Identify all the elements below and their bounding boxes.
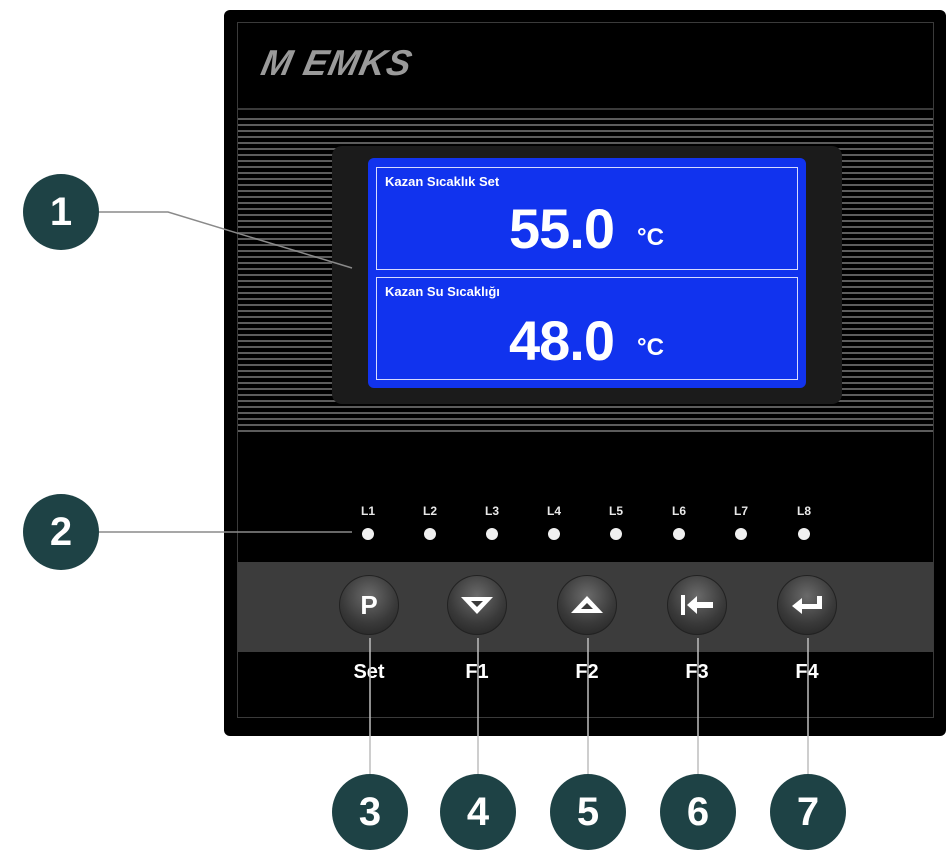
callout-5: 5 <box>550 774 626 850</box>
callout-6: 6 <box>660 774 736 850</box>
callout-3: 3 <box>332 774 408 850</box>
callout-6-number: 6 <box>686 789 710 834</box>
callout-leader-lines <box>98 211 809 780</box>
callout-7: 7 <box>770 774 846 850</box>
callout-4-number: 4 <box>466 789 490 834</box>
callout-7-number: 7 <box>796 789 820 834</box>
callout-2-number: 2 <box>49 509 73 554</box>
callout-3-number: 3 <box>358 789 382 834</box>
callout-1-number: 1 <box>49 189 73 234</box>
callout-1: 1 <box>23 174 99 250</box>
callout-5-number: 5 <box>576 789 600 834</box>
callout-4: 4 <box>440 774 516 850</box>
callout-2: 2 <box>23 494 99 570</box>
